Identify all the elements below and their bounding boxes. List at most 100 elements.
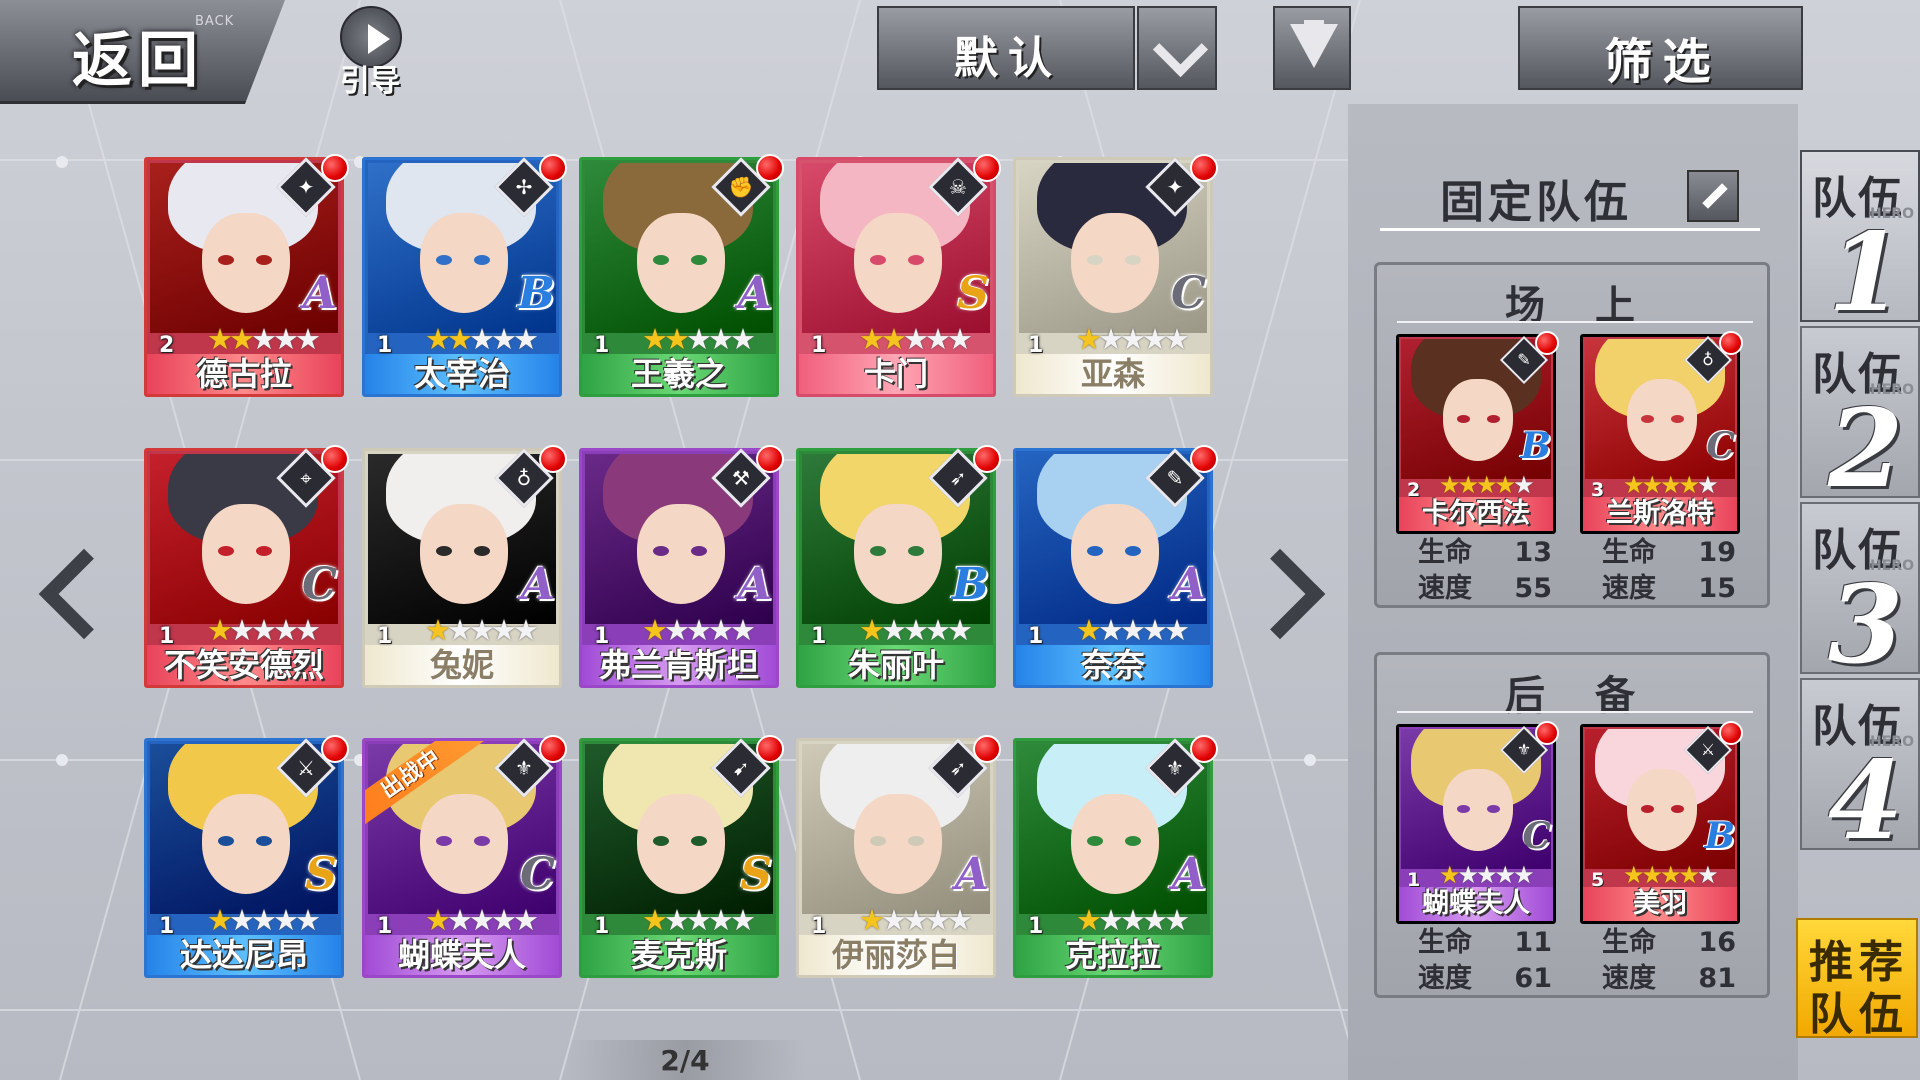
star-empty-icon: ★: [947, 322, 973, 356]
star-empty-icon: ★: [730, 903, 756, 937]
star-empty-icon: ★: [708, 322, 734, 356]
next-page-button[interactable]: [1234, 540, 1328, 640]
star-filled-icon: ★: [207, 322, 233, 356]
star-empty-icon: ★: [881, 903, 907, 937]
rank-badge: C: [1706, 425, 1735, 467]
rank-badge: S: [957, 268, 989, 319]
star-filled-icon: ★: [207, 613, 233, 647]
hero-card[interactable]: ⚜ C ★★★★★ 1 蝴蝶夫人: [1396, 721, 1559, 924]
star-filled-icon: ★: [447, 322, 473, 356]
rank-badge: B: [1704, 815, 1735, 857]
star-filled-icon: ★: [664, 322, 690, 356]
star-empty-icon: ★: [491, 613, 517, 647]
star-filled-icon: ★: [859, 322, 885, 356]
hero-card[interactable]: ✦ A ★★★★★ 2 德古拉: [144, 154, 349, 397]
sort-order-button[interactable]: [1273, 6, 1351, 90]
hero-card[interactable]: ✎ B ★★★★★ 2 卡尔西法: [1396, 331, 1559, 534]
recommend-team-button[interactable]: 推荐 队伍: [1796, 918, 1918, 1040]
rank-badge: A: [302, 268, 337, 319]
team-tab-3[interactable]: 队伍 HERO 3: [1800, 502, 1920, 688]
hero-card[interactable]: ⌖ C ★★★★★ 1 不笑安德烈: [144, 445, 349, 688]
star-empty-icon: ★: [469, 613, 495, 647]
star-empty-icon: ★: [881, 613, 907, 647]
hero-name: 朱丽叶: [847, 646, 944, 684]
star-empty-icon: ★: [513, 903, 539, 937]
star-rating: ★★★★★: [1076, 903, 1190, 937]
hero-card[interactable]: ⚒ A ★★★★★ 1 弗兰肯斯坦: [579, 445, 784, 688]
star-filled-icon: ★: [1678, 861, 1700, 889]
star-filled-icon: ★: [1623, 471, 1644, 499]
team-tab-number: 3: [1828, 562, 1904, 688]
hero-card[interactable]: ✎ A ★★★★★ 1 奈奈: [1013, 445, 1218, 688]
page-number: 2/4: [660, 1044, 710, 1077]
notification-dot: [1719, 331, 1743, 355]
hero-card[interactable]: ➶ B ★★★★★ 1 朱丽叶: [796, 445, 1001, 688]
star-empty-icon: ★: [925, 903, 951, 937]
hero-name: 弗兰肯斯坦: [598, 646, 759, 684]
hero-card[interactable]: ➹ S ★★★★★ 1 麦克斯: [579, 735, 784, 978]
sort-dropdown-button[interactable]: [1137, 6, 1217, 90]
rank-badge: B: [1520, 425, 1551, 467]
hero-card[interactable]: ✊ A ★★★★★ 1 王羲之: [579, 154, 784, 397]
star-rating: ★★★★★: [207, 903, 321, 937]
hero-card[interactable]: ♁ C ★★★★★ 3 兰斯洛特: [1580, 331, 1743, 534]
sort-button[interactable]: 默认: [877, 6, 1135, 90]
star-empty-icon: ★: [229, 613, 255, 647]
star-empty-icon: ★: [1120, 903, 1146, 937]
star-rating: ★★★★★: [207, 322, 321, 356]
filter-button[interactable]: 筛选: [1518, 6, 1803, 90]
hero-card[interactable]: ⚔ S ★★★★★ 1 达达尼昂: [144, 735, 349, 978]
hero-card[interactable]: ☠ S ★★★★★ 1 卡门: [796, 154, 1001, 397]
star-empty-icon: ★: [664, 903, 690, 937]
notification-dot: [973, 154, 1001, 182]
star-empty-icon: ★: [295, 613, 321, 647]
hp-stat: 生命 11: [1418, 927, 1552, 958]
prev-page-button[interactable]: [22, 540, 130, 640]
edit-team-button[interactable]: [1687, 170, 1739, 222]
star-filled-icon: ★: [229, 322, 255, 356]
hero-card[interactable]: ✦ C ★★★★★ 1 亚森: [1013, 154, 1218, 397]
fixed-team-title: 固定队伍: [1440, 177, 1632, 228]
hero-name: 麦克斯: [630, 936, 727, 974]
hero-card[interactable]: ⚜ A ★★★★★ 1 克拉拉: [1013, 735, 1218, 978]
star-empty-icon: ★: [1120, 322, 1146, 356]
star-empty-icon: ★: [251, 322, 277, 356]
hero-card[interactable]: ✢ B ★★★★★ 1 太宰治: [362, 154, 567, 397]
hero-card[interactable]: ♁ A ★★★★★ 1 兔妮: [362, 445, 567, 688]
hero-name: 卡门: [863, 355, 928, 393]
star-rating: ★★★★★: [642, 613, 756, 647]
team-tab-2[interactable]: 队伍 HERO 2: [1800, 326, 1920, 512]
star-filled-icon: ★: [1439, 861, 1460, 889]
star-filled-icon: ★: [425, 322, 451, 356]
hero-card[interactable]: ➶ A ★★★★★ 1 伊丽莎白: [796, 735, 1001, 978]
hero-card[interactable]: ⚜ C ★★★★★ 1 蝴蝶夫人 出战中: [362, 735, 567, 978]
star-filled-icon: ★: [1439, 471, 1460, 499]
rank-badge: S: [740, 849, 772, 900]
title-divider: [1380, 228, 1760, 231]
filter-label: 筛选: [1604, 34, 1721, 90]
notification-dot: [1190, 735, 1218, 763]
star-filled-icon: ★: [1678, 471, 1700, 499]
star-filled-icon: ★: [1660, 861, 1681, 889]
notification-dot: [539, 154, 567, 182]
star-filled-icon: ★: [642, 322, 668, 356]
star-empty-icon: ★: [1476, 861, 1497, 889]
star-empty-icon: ★: [903, 903, 929, 937]
star-empty-icon: ★: [295, 322, 321, 356]
hero-card[interactable]: ⚔ B ★★★★★ 5 美羽: [1580, 721, 1743, 924]
star-rating: ★★★★★: [425, 322, 539, 356]
star-filled-icon: ★: [881, 322, 907, 356]
star-empty-icon: ★: [1142, 613, 1168, 647]
star-rating: ★★★★★: [859, 613, 973, 647]
team-tab-4[interactable]: 队伍 HERO 4: [1800, 678, 1920, 864]
star-empty-icon: ★: [251, 613, 277, 647]
guide-button[interactable]: 引导: [333, 4, 407, 99]
star-rating: ★★★★★: [859, 322, 973, 356]
notification-dot: [1535, 331, 1559, 355]
star-filled-icon: ★: [1641, 861, 1663, 889]
back-button[interactable]: BACK 返回: [0, 0, 285, 104]
rank-badge: A: [520, 559, 555, 610]
team-tab-1[interactable]: 队伍 HERO 1: [1800, 150, 1920, 336]
hero-name: 亚森: [1080, 355, 1145, 393]
star-filled-icon: ★: [1660, 471, 1681, 499]
